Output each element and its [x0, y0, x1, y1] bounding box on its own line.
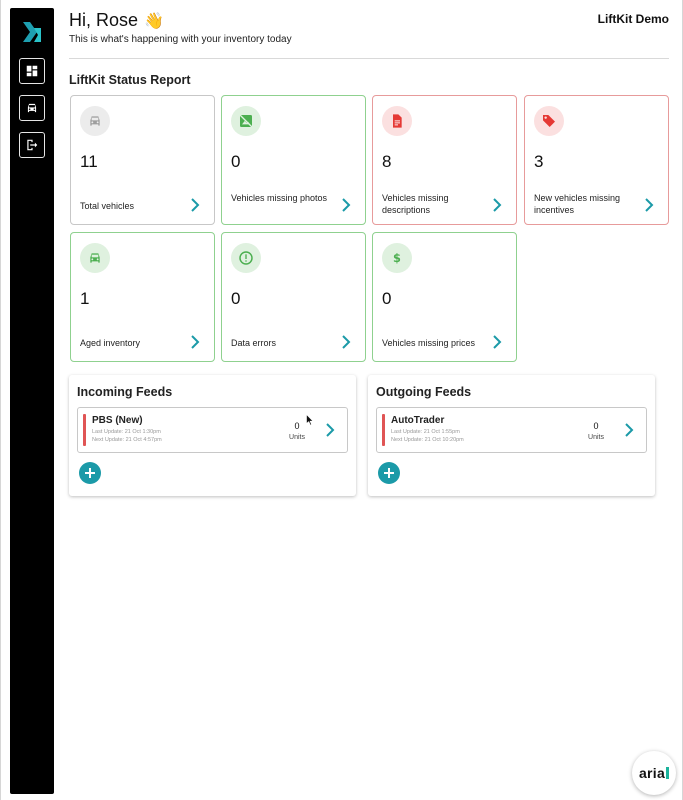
card-icon-wrap [80, 243, 110, 273]
outgoing-feeds-panel: Outgoing Feeds AutoTrader Last Update: 2… [368, 375, 655, 496]
alert-icon [239, 251, 253, 265]
card-label: Data errors [231, 338, 277, 348]
liftkit-logo[interactable] [20, 20, 44, 44]
feed-next-update: Next Update: 21 Oct 4:57pm [92, 437, 162, 443]
car-icon [27, 103, 37, 113]
card-count: 3 [534, 152, 544, 171]
dashboard-icon [26, 65, 38, 77]
card-icon-wrap: $ [382, 243, 412, 273]
card-label: Vehicles missing prices [382, 338, 476, 348]
card-label: Vehicles missing photos [231, 193, 328, 203]
card-icon-wrap [534, 106, 564, 136]
card-aged-inventory[interactable]: 1 Aged inventory [70, 232, 215, 362]
card-missing-descriptions[interactable]: 8 Vehicles missing descriptions [372, 95, 517, 225]
aria-accent-bar [666, 767, 670, 779]
panel-title: Outgoing Feeds [376, 385, 472, 399]
card-missing-incentives[interactable]: 3 New vehicles missing incentives [524, 95, 669, 225]
chevron-right-icon[interactable] [644, 198, 654, 212]
card-label: Vehicles missing descriptions [382, 193, 449, 215]
tag-icon [543, 115, 555, 127]
dollar-icon: $ [393, 251, 401, 265]
card-count: 11 [80, 152, 98, 171]
plus-icon [384, 468, 394, 478]
card-label: Aged inventory [80, 338, 141, 348]
page-greeting: Hi, Rose 👋 [69, 10, 164, 31]
card-count: 1 [80, 289, 90, 308]
feed-last-update: Last Update: 21 Oct 1:55pm [391, 429, 460, 435]
chevron-right-icon[interactable] [190, 198, 200, 212]
card-count: 8 [382, 152, 392, 171]
chevron-right-icon[interactable] [325, 423, 335, 437]
feed-status-bar [83, 414, 86, 446]
greeting-text: Hi, Rose [69, 10, 139, 30]
add-incoming-feed-button[interactable] [79, 462, 101, 484]
feed-name: AutoTrader [391, 415, 445, 426]
status-report-title: LiftKit Status Report [69, 73, 191, 87]
chevron-right-icon[interactable] [341, 198, 351, 212]
page-subtitle: This is what's happening with your inven… [69, 34, 292, 45]
chevron-right-icon[interactable] [190, 335, 200, 349]
chevron-right-icon[interactable] [492, 335, 502, 349]
card-count: 0 [231, 289, 241, 308]
card-icon-wrap [80, 106, 110, 136]
no-photo-icon [239, 114, 253, 128]
incoming-feeds-panel: Incoming Feeds PBS (New) Last Update: 21… [69, 375, 356, 496]
car-icon [90, 253, 100, 263]
card-missing-prices[interactable]: $ 0 Vehicles missing prices [372, 232, 517, 362]
feed-units-count: 0 [294, 421, 300, 431]
feed-name: PBS (New) [92, 415, 143, 426]
sidebar-item-vehicles[interactable] [19, 95, 45, 121]
mouse-cursor-icon [306, 414, 314, 426]
feed-units-count: 0 [593, 421, 599, 431]
chevron-right-icon[interactable] [341, 335, 351, 349]
svg-text:$: $ [393, 251, 401, 265]
document-icon [393, 114, 402, 128]
plus-icon [85, 468, 95, 478]
card-label: Total vehicles [80, 201, 135, 211]
feed-last-update: Last Update: 21 Oct 1:30pm [92, 429, 161, 435]
chevron-right-icon[interactable] [624, 423, 634, 437]
feed-item[interactable]: AutoTrader Last Update: 21 Oct 1:55pm Ne… [376, 407, 647, 453]
card-total-vehicles[interactable]: 11 Total vehicles [70, 95, 215, 225]
card-icon-wrap [231, 106, 261, 136]
card-missing-photos[interactable]: 0 Vehicles missing photos [221, 95, 366, 225]
feed-next-update: Next Update: 21 Oct 10:20pm [391, 437, 464, 443]
feed-units-label: Units [289, 434, 305, 441]
card-icon-wrap [231, 243, 261, 273]
sidebar [10, 8, 54, 794]
aria-chat-badge[interactable]: aria [632, 751, 676, 795]
card-count: 0 [231, 152, 241, 171]
add-outgoing-feed-button[interactable] [378, 462, 400, 484]
logout-icon [27, 139, 38, 151]
chevron-right-icon[interactable] [492, 198, 502, 212]
account-name[interactable]: LiftKit Demo [598, 12, 669, 26]
card-label: New vehicles missing incentives [534, 193, 621, 215]
waving-hand-icon: 👋 [144, 12, 164, 30]
feed-units-label: Units [588, 434, 604, 441]
sidebar-item-logout[interactable] [19, 132, 45, 158]
card-count: 0 [382, 289, 392, 308]
sidebar-item-dashboard[interactable] [19, 58, 45, 84]
panel-title: Incoming Feeds [77, 385, 173, 399]
header-divider [69, 58, 669, 59]
card-icon-wrap [382, 106, 412, 136]
aria-badge-label: aria [638, 765, 666, 781]
card-data-errors[interactable]: 0 Data errors [221, 232, 366, 362]
car-icon [90, 116, 100, 126]
feed-status-bar [382, 414, 385, 446]
